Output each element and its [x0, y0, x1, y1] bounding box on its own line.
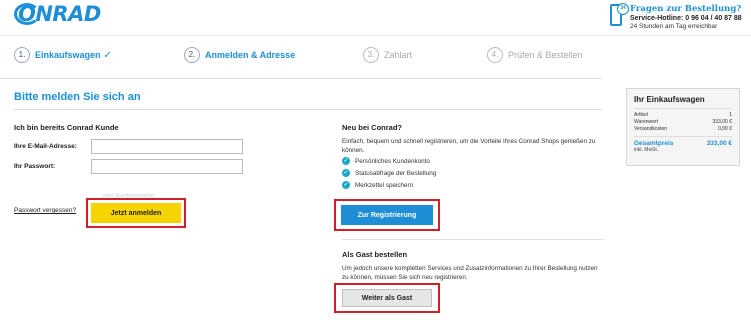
cart-row-value: 0,00 €	[718, 126, 732, 132]
guest-button-highlight: Weiter als Gast	[334, 283, 440, 313]
conrad-logo[interactable]: ONRAD	[14, 2, 101, 26]
check-circle-icon: ✓	[342, 157, 350, 165]
guest-text: Um jedoch unsere kompletten Services und…	[342, 265, 598, 281]
step-label: Prüfen & Bestellen	[508, 50, 583, 60]
hotline-title: Fragen zur Bestellung?	[630, 4, 742, 14]
phone-24-icon: 24	[610, 3, 629, 26]
hotline-subtext: 24 Stunden am Tag erreichbar	[630, 23, 718, 30]
register-button-highlight: Zur Registrierung	[334, 199, 440, 231]
step-number: 2.	[184, 47, 200, 63]
cart-total: Gesamtpreis 333,00 €	[634, 140, 732, 147]
step-number: 4.	[487, 47, 503, 63]
benefit-label: Persönliches Kundenkonto	[355, 157, 430, 165]
benefit-label: Statusabfrage der Bestellung	[355, 169, 437, 177]
benefit-item: ✓ Persönliches Kundenkonto	[342, 157, 430, 165]
step-payment: 3. Zahlart	[363, 47, 412, 63]
cart-divider	[634, 136, 732, 137]
register-heading: Neu bei Conrad?	[342, 123, 403, 132]
hotline-number: Service-Hotline: 0 96 04 / 40 87 88	[630, 15, 742, 22]
step-review-order: 4. Prüfen & Bestellen	[487, 47, 583, 63]
step-login-address: 2. Anmelden & Adresse	[184, 47, 295, 63]
step-label: Einkaufswagen	[35, 50, 101, 60]
email-field[interactable]	[91, 139, 243, 154]
register-button[interactable]: Zur Registrierung	[341, 205, 433, 225]
step-number: 3.	[363, 47, 379, 63]
check-circle-icon: ✓	[342, 169, 350, 177]
hotline-badge: 24	[617, 3, 629, 15]
cart-row: Artikel 1	[634, 112, 732, 119]
login-button-highlight: Jetzt anmelden	[86, 198, 186, 228]
benefit-label: Merkzettel speichern	[355, 181, 414, 189]
page-title: Bitte melden Sie sich an	[14, 91, 141, 103]
register-intro: Einfach, bequem und schnell registrieren…	[342, 138, 596, 154]
guest-heading: Als Gast bestellen	[342, 250, 408, 259]
cart-row-value: 333,00 €	[712, 119, 732, 125]
service-hotline: 24 Fragen zur Bestellung? Service-Hotlin…	[610, 3, 742, 31]
step-label: Anmelden & Adresse	[205, 50, 296, 60]
cart-summary: Ihr Einkaufswagen Artikel 1 Warenwert 33…	[626, 88, 740, 166]
check-icon: ✓	[103, 49, 112, 61]
cart-row-label: Versandkosten	[634, 126, 668, 132]
title-divider	[14, 109, 602, 110]
cart-row-value: 1	[729, 112, 732, 118]
password-label: Ihr Passwort:	[14, 163, 56, 170]
check-circle-icon: ✓	[342, 181, 350, 189]
guest-button[interactable]: Weiter als Gast	[342, 289, 432, 307]
cart-row: Versandkosten 0,00 €	[634, 126, 732, 133]
cart-title: Ihr Einkaufswagen	[634, 95, 705, 104]
step-number: 1.	[14, 47, 30, 63]
cart-total-label: Gesamtpreis	[634, 140, 674, 147]
forgot-password-link[interactable]: Passwort vergessen?	[14, 207, 76, 214]
section-divider	[342, 239, 604, 240]
step-cart[interactable]: 1. Einkaufswagen ✓	[14, 47, 112, 63]
password-field[interactable]	[91, 159, 243, 174]
steps-divider	[0, 78, 602, 79]
cart-row-label: Warenwert	[634, 119, 658, 125]
email-label: Ihre E-Mail-Adresse:	[14, 143, 77, 150]
cart-total-subtext: inkl. MwSt.	[634, 147, 659, 153]
benefit-item: ✓ Merkzettel speichern	[342, 181, 413, 189]
cart-row-label: Artikel	[634, 112, 648, 118]
cart-row: Warenwert 333,00 €	[634, 119, 732, 126]
cart-total-value: 333,00 €	[706, 140, 732, 147]
cart-divider	[634, 108, 732, 109]
login-button[interactable]: Jetzt anmelden	[91, 203, 181, 223]
header-divider	[0, 35, 751, 36]
step-label: Zahlart	[384, 50, 413, 60]
login-heading: Ich bin bereits Conrad Kunde	[14, 123, 119, 132]
benefit-item: ✓ Statusabfrage der Bestellung	[342, 169, 436, 177]
logo-text: ONRAD	[18, 2, 101, 26]
